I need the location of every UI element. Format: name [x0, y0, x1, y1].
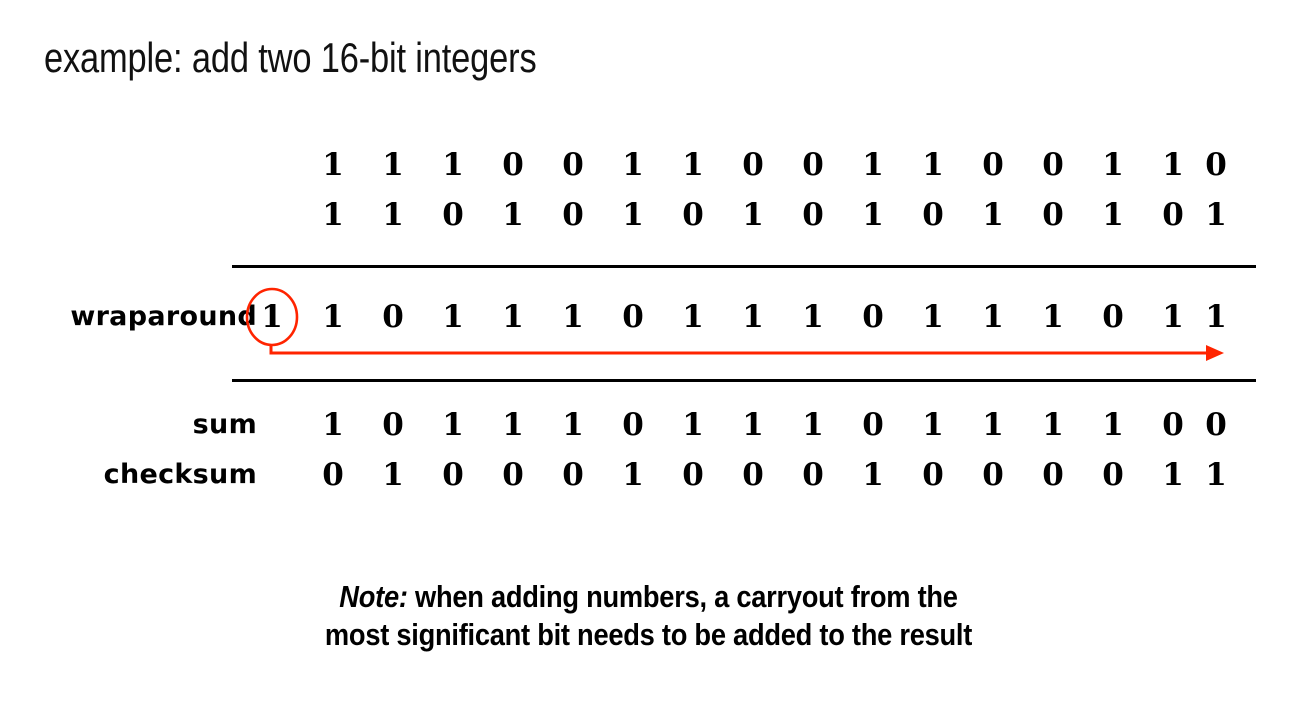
bit: 1 — [442, 147, 464, 183]
bit: 0 — [1102, 299, 1124, 335]
bit: 1 — [442, 299, 464, 335]
bit: 1 — [862, 457, 884, 493]
bit: 1 — [922, 299, 944, 335]
bit: 1 — [382, 147, 404, 183]
bit: 1 — [502, 407, 524, 443]
bit: 1 — [1162, 457, 1184, 493]
bit: 0 — [862, 299, 884, 335]
bit: 0 — [502, 457, 524, 493]
bit: 1 — [682, 299, 704, 335]
bit: 0 — [982, 457, 1004, 493]
bit: 1 — [502, 197, 524, 233]
bit: 1 — [742, 197, 764, 233]
bit: 0 — [622, 407, 644, 443]
bit: 0 — [802, 457, 824, 493]
row-label-sum: sum — [192, 409, 257, 440]
bit: 0 — [442, 197, 464, 233]
bit: 1 — [562, 407, 584, 443]
bit: 1 — [682, 147, 704, 183]
bit: 0 — [562, 457, 584, 493]
bit: 0 — [442, 457, 464, 493]
bit: 1 — [1205, 197, 1227, 233]
bit: 1 — [682, 407, 704, 443]
wraparound-row: wraparound 1 1 0 1 1 1 0 1 1 1 0 1 1 1 0… — [0, 294, 1297, 340]
bit: 0 — [1205, 147, 1227, 183]
bit: 0 — [622, 299, 644, 335]
carry-bit: 1 — [261, 299, 283, 335]
bit: 0 — [1162, 407, 1184, 443]
bit: 0 — [1102, 457, 1124, 493]
bit: 1 — [1102, 147, 1124, 183]
bit: 1 — [862, 147, 884, 183]
checksum-row: checksum 0 1 0 0 0 1 0 0 0 1 0 0 0 0 1 1 — [0, 452, 1297, 498]
bit: 1 — [802, 299, 824, 335]
sum-row: sum 1 0 1 1 1 0 1 1 1 0 1 1 1 1 0 0 — [0, 402, 1297, 448]
bit: 0 — [322, 457, 344, 493]
bit: 1 — [862, 197, 884, 233]
bit: 1 — [922, 147, 944, 183]
bit: 0 — [562, 197, 584, 233]
bit: 0 — [382, 299, 404, 335]
wraparound-arrow-head-icon — [1206, 345, 1224, 361]
bit: 1 — [322, 147, 344, 183]
bit: 0 — [1162, 197, 1184, 233]
bit: 0 — [1042, 197, 1064, 233]
bit: 0 — [562, 147, 584, 183]
note-block: Note: when adding numbers, a carryout fr… — [0, 578, 1297, 654]
bit: 1 — [322, 407, 344, 443]
bit: 0 — [682, 197, 704, 233]
bit: 0 — [922, 457, 944, 493]
bit: 0 — [982, 147, 1004, 183]
bit: 0 — [1205, 407, 1227, 443]
bit: 1 — [382, 457, 404, 493]
bit: 1 — [1042, 299, 1064, 335]
bit: 1 — [982, 299, 1004, 335]
row-label-wraparound: wraparound — [70, 301, 257, 332]
bit: 1 — [1162, 299, 1184, 335]
divider-rule-bottom — [232, 379, 1256, 382]
note-line-2: most significant bit needs to be added t… — [324, 617, 973, 652]
bit: 0 — [802, 197, 824, 233]
note-line-1-rest: when adding numbers, a carryout from the — [407, 579, 958, 614]
bit: 0 — [922, 197, 944, 233]
bit: 0 — [742, 457, 764, 493]
note-lead-label: Note: — [339, 579, 408, 614]
bit: 0 — [502, 147, 524, 183]
bit: 1 — [1205, 299, 1227, 335]
bit: 1 — [562, 299, 584, 335]
note-line-1: Note: when adding numbers, a carryout fr… — [78, 578, 1219, 616]
bit: 1 — [1042, 407, 1064, 443]
bit: 1 — [1102, 197, 1124, 233]
bit: 1 — [442, 407, 464, 443]
bit: 1 — [622, 147, 644, 183]
bit: 1 — [982, 407, 1004, 443]
bit: 0 — [742, 147, 764, 183]
bit: 1 — [382, 197, 404, 233]
bit: 1 — [322, 299, 344, 335]
divider-rule-top — [232, 265, 1256, 268]
bit: 1 — [802, 407, 824, 443]
bit: 0 — [382, 407, 404, 443]
bit: 1 — [1102, 407, 1124, 443]
bit: 0 — [802, 147, 824, 183]
row-label-checksum: checksum — [103, 459, 257, 490]
bit: 0 — [862, 407, 884, 443]
bit: 1 — [502, 299, 524, 335]
bit: 1 — [982, 197, 1004, 233]
bit: 1 — [1162, 147, 1184, 183]
wraparound-arrow-line — [269, 345, 1212, 355]
bit: 0 — [1042, 147, 1064, 183]
bit: 1 — [742, 299, 764, 335]
operand-row-1: 1 1 1 0 0 1 1 0 0 1 1 0 0 1 1 0 — [0, 142, 1297, 188]
bit: 1 — [922, 407, 944, 443]
bit: 0 — [1042, 457, 1064, 493]
bit: 1 — [1205, 457, 1227, 493]
operand-row-2: 1 1 0 1 0 1 0 1 0 1 0 1 0 1 0 1 — [0, 192, 1297, 238]
bit: 1 — [742, 407, 764, 443]
bit: 1 — [622, 457, 644, 493]
bit: 1 — [322, 197, 344, 233]
bit: 1 — [622, 197, 644, 233]
bit: 0 — [682, 457, 704, 493]
